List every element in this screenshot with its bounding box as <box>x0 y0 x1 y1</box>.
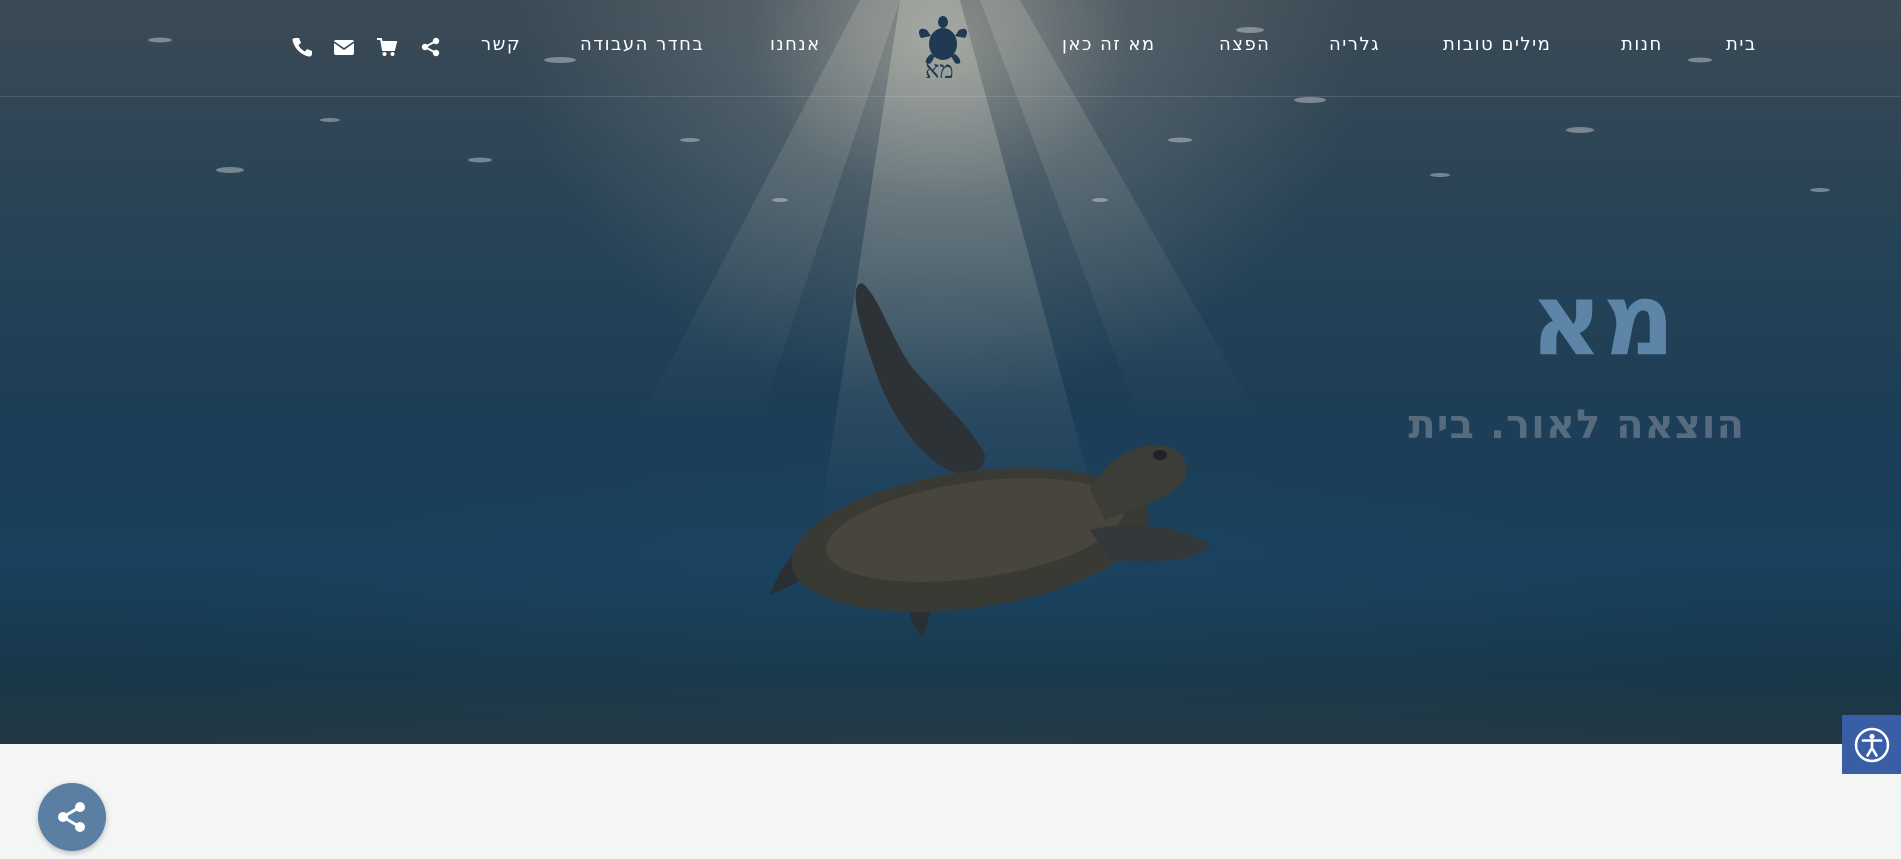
nav-item-testimonials[interactable]: מילים טובות <box>1443 34 1551 55</box>
nav-item-about-us[interactable]: אנחנו <box>770 34 821 55</box>
accessibility-button[interactable] <box>1842 715 1901 774</box>
hero-subtitle: הוצאה לאור. בית <box>1408 402 1745 448</box>
logo-text: מא <box>925 56 954 84</box>
sea-turtle-image <box>770 283 1210 637</box>
phone-icon[interactable] <box>291 36 313 58</box>
top-navigation: בית חנות מילים טובות גלריה הפצה מא זה כא… <box>0 0 1901 97</box>
site-logo[interactable]: מא <box>917 8 969 84</box>
floating-share-button[interactable] <box>38 783 106 851</box>
share-icon[interactable] <box>420 36 442 58</box>
accessibility-icon <box>1854 727 1889 762</box>
nav-item-distribution[interactable]: הפצה <box>1219 34 1270 55</box>
nav-item-about-place[interactable]: מא זה כאן <box>1062 34 1156 55</box>
nav-item-contact[interactable]: קשר <box>481 34 521 55</box>
nav-item-shop[interactable]: חנות <box>1621 34 1663 55</box>
envelope-icon[interactable] <box>333 36 355 58</box>
share-icon <box>58 802 85 832</box>
nav-item-home[interactable]: בית <box>1726 34 1757 55</box>
nav-item-gallery[interactable]: גלריה <box>1329 34 1380 55</box>
nav-item-workshop[interactable]: בחדר העבודה <box>580 34 704 55</box>
cart-icon[interactable] <box>376 36 398 58</box>
hero-title: מא <box>1529 261 1675 378</box>
